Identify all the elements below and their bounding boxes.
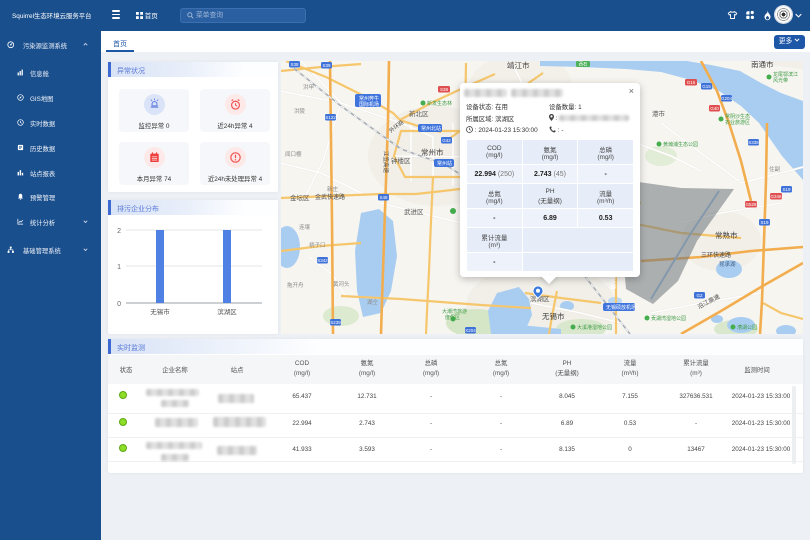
svg-text:G40: G40 xyxy=(710,106,719,111)
svg-text:常熟市: 常熟市 xyxy=(715,230,738,240)
svg-text:0: 0 xyxy=(117,301,121,308)
svg-text:新北区: 新北区 xyxy=(409,109,429,118)
svg-text:S19: S19 xyxy=(782,187,791,192)
svg-text:农业旅游区: 农业旅游区 xyxy=(725,119,750,126)
svg-text:金坛区: 金坛区 xyxy=(290,193,310,202)
svg-text:G15: G15 xyxy=(702,84,711,89)
svg-text:滨湖区: 滨湖区 xyxy=(217,307,237,316)
svg-text:靖江市: 靖江市 xyxy=(507,61,530,70)
svg-text:度假区: 度假区 xyxy=(445,314,460,321)
svg-text:常州北站: 常州北站 xyxy=(421,125,441,132)
svg-text:2: 2 xyxy=(117,228,121,235)
svg-text:新发生态林: 新发生态林 xyxy=(427,100,452,107)
svg-text:S239: S239 xyxy=(330,320,341,325)
svg-text:G42: G42 xyxy=(442,138,451,143)
svg-text:住副: 住副 xyxy=(769,165,781,173)
svg-text:无锡市: 无锡市 xyxy=(150,307,170,316)
svg-text:常州站: 常州站 xyxy=(437,160,452,167)
svg-text:贡湖湾湿地公园: 贡湖湾湿地公园 xyxy=(651,315,686,322)
svg-text:国际机场: 国际机场 xyxy=(359,101,379,108)
svg-text:武进区: 武进区 xyxy=(404,207,424,216)
svg-text:S39: S39 xyxy=(322,63,331,68)
svg-text:洪陵: 洪陵 xyxy=(294,107,306,115)
svg-text:洪甲: 洪甲 xyxy=(303,83,314,91)
svg-text:S38: S38 xyxy=(440,87,449,92)
svg-text:黄瀚浦生态公园: 黄瀚浦生态公园 xyxy=(663,141,698,148)
svg-text:常州市: 常州市 xyxy=(421,147,444,157)
svg-text:江宜高速: 江宜高速 xyxy=(382,151,390,174)
svg-text:无锡市: 无锡市 xyxy=(542,311,565,321)
svg-text:大溪港湿地公园: 大溪港湿地公园 xyxy=(577,324,612,331)
svg-text:1: 1 xyxy=(117,264,121,271)
svg-text:G2: G2 xyxy=(696,293,703,298)
svg-text:G204: G204 xyxy=(721,96,733,101)
svg-text:常州奔牛: 常州奔牛 xyxy=(359,95,379,102)
svg-text:南通市: 南通市 xyxy=(751,61,774,69)
svg-text:S338: S338 xyxy=(748,140,759,145)
svg-text:G528: G528 xyxy=(745,202,757,207)
svg-text:金武快速路: 金武快速路 xyxy=(315,193,345,201)
svg-text:龙尾鄂滨江: 龙尾鄂滨江 xyxy=(773,71,798,78)
svg-text:漕湖公园: 漕湖公园 xyxy=(737,324,757,331)
svg-text:钟楼区: 钟楼区 xyxy=(391,156,411,165)
svg-text:S19: S19 xyxy=(760,220,769,225)
svg-text:S48: S48 xyxy=(379,195,388,200)
svg-text:风光带: 风光带 xyxy=(773,77,788,84)
svg-text:X204: X204 xyxy=(465,328,476,333)
svg-text:新庄: 新庄 xyxy=(327,185,339,193)
svg-text:柄子口: 柄子口 xyxy=(309,241,326,249)
svg-text:黄河头: 黄河头 xyxy=(333,280,350,288)
svg-text:昆承湖: 昆承湖 xyxy=(719,260,736,268)
svg-text:大潮湾旅游: 大潮湾旅游 xyxy=(442,308,467,315)
svg-text:无锡硕放机场: 无锡硕放机场 xyxy=(606,304,636,311)
svg-text:港市: 港市 xyxy=(652,109,666,118)
svg-text:常阴沙生态: 常阴沙生态 xyxy=(725,113,750,120)
svg-text:三环快速路: 三环快速路 xyxy=(701,251,731,259)
svg-text:S122: S122 xyxy=(325,115,336,120)
svg-text:连壤: 连壤 xyxy=(299,223,311,231)
svg-text:湖仝: 湖仝 xyxy=(367,298,379,306)
svg-text:闻口樱: 闻口樱 xyxy=(285,150,302,158)
svg-text:S342: S342 xyxy=(317,258,328,263)
svg-text:拖开舟: 拖开舟 xyxy=(287,281,304,289)
svg-text:S38: S38 xyxy=(290,62,299,67)
svg-text:G346: G346 xyxy=(770,194,782,199)
svg-text:G15: G15 xyxy=(687,80,696,85)
